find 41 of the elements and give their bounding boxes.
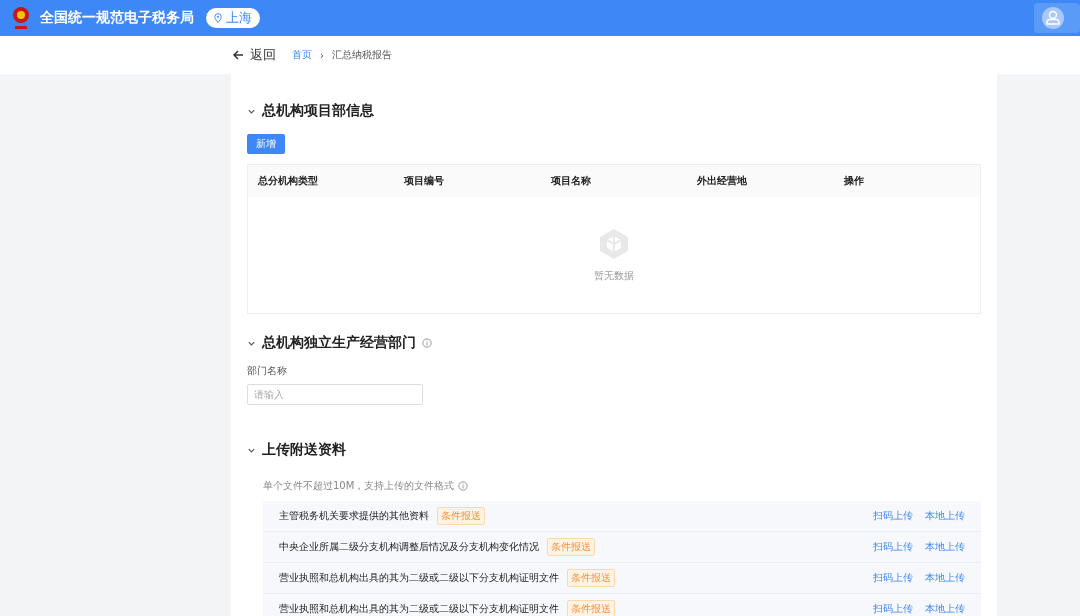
condition-tag: 条件报送 [547, 538, 595, 556]
site-title: 全国统一规范电子税务局 [40, 9, 194, 27]
column-header: 总分机构类型 [256, 174, 319, 188]
field-label: 部门名称 [247, 364, 288, 378]
avatar-icon[interactable] [1042, 7, 1064, 29]
department-name-field[interactable]: 请输入 [247, 384, 423, 405]
section-title: 总机构独立生产经营部门 [262, 334, 416, 352]
attachment-name: 营业执照和总机构出具的其为二级或二级以下分支机构证明文件 [279, 571, 559, 585]
upload-link[interactable]: 本地上传 [925, 540, 965, 554]
condition-tag: 条件报送 [567, 600, 615, 616]
column-header: 操作 [842, 174, 865, 188]
column-header: 项目名称 [549, 174, 592, 188]
attachment-name: 中央企业所属二级分支机构调整后情况及分支机构变化情况 [279, 540, 539, 554]
upload-link[interactable]: 扫码上传 [873, 602, 913, 616]
back-link[interactable]: 返回 [233, 46, 276, 64]
info-icon [422, 338, 432, 348]
section-title: 上传附送资料 [262, 441, 346, 459]
condition-tag: 条件报送 [567, 569, 615, 587]
upload-link[interactable]: 扫码上传 [873, 509, 913, 523]
section-title: 总机构项目部信息 [262, 102, 374, 120]
upload-hint: 单个文件不超过10M，支持上传的文件格式 [263, 479, 455, 493]
upload-link[interactable]: 本地上传 [925, 602, 965, 616]
arrow-left-icon [233, 50, 244, 60]
breadcrumb-item: 汇总纳税报告 [332, 48, 392, 62]
breadcrumb-link[interactable]: 首页 [292, 48, 312, 62]
info-icon [458, 481, 469, 491]
column-header: 项目编号 [403, 174, 446, 188]
add-button[interactable]: 新增 [247, 134, 285, 154]
condition-tag: 条件报送 [437, 507, 485, 525]
breadcrumb-separator: › [320, 49, 324, 61]
upload-link[interactable]: 本地上传 [925, 571, 965, 585]
emblem-logo [10, 5, 32, 31]
attachment-name: 营业执照和总机构出具的其为二级或二级以下分支机构证明文件 [279, 602, 559, 616]
empty-text: 暂无数据 [594, 269, 634, 283]
column-header: 外出经营地 [696, 174, 749, 188]
upload-link[interactable]: 扫码上传 [873, 540, 913, 554]
location-pin-icon [214, 13, 222, 23]
upload-link[interactable]: 本地上传 [925, 509, 965, 523]
region-badge[interactable]: 上海 [206, 8, 260, 28]
attachment-name: 主管税务机关要求提供的其他资料 [279, 509, 429, 523]
upload-link[interactable]: 扫码上传 [873, 571, 913, 585]
